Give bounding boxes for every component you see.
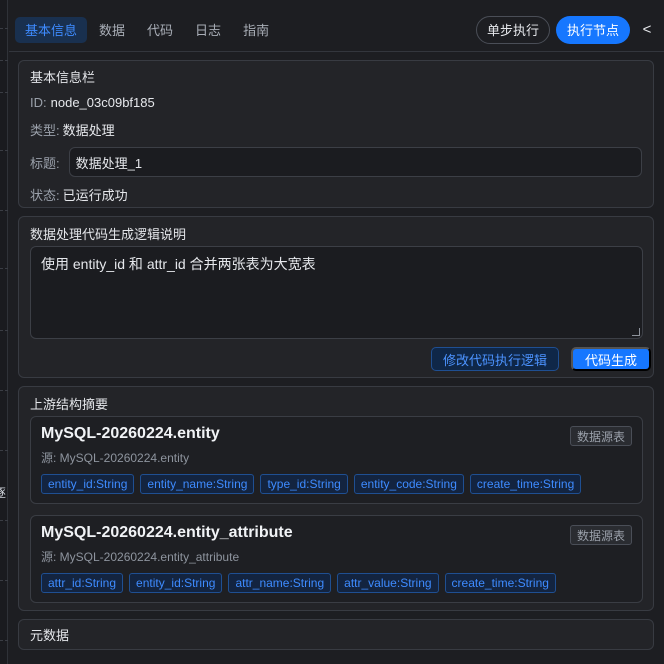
source-table-badge: 数据源表	[569, 426, 632, 446]
header-actions: 单步执行 执行节点 <	[475, 15, 658, 44]
logic-description-textarea[interactable]: 使用 entity_id 和 attr_id 合并两张表为大宽表	[30, 246, 643, 339]
field-tag: entity_id:String	[41, 474, 135, 494]
tab-guide[interactable]: 指南	[233, 17, 279, 43]
step-run-button[interactable]: 单步执行	[475, 15, 550, 44]
field-tag: type_id:String	[260, 474, 348, 494]
clipped-edge-text: 逐	[0, 486, 7, 500]
field-list: entity_id:String entity_name:String type…	[41, 474, 632, 494]
field-tag: entity_code:String	[353, 474, 464, 494]
basic-info-title: 基本信息栏	[30, 70, 96, 85]
source-table-badge: 数据源表	[569, 525, 632, 545]
id-row: ID: node_03c09bf185	[30, 95, 642, 110]
upstream-table-card: MySQL-20260224.entity 源: MySQL-20260224.…	[30, 416, 643, 504]
field-tag: attr_value:String	[337, 573, 439, 593]
logic-description-panel: 数据处理代码生成逻辑说明 使用 entity_id 和 attr_id 合并两张…	[18, 216, 654, 378]
node-title-input[interactable]: 数据处理_1	[68, 147, 642, 177]
title-row: 标题: 数据处理_1	[30, 147, 642, 177]
panel-header: 基本信息 数据 代码 日志 指南 单步执行 执行节点 <	[9, 8, 664, 52]
tab-basic-info[interactable]: 基本信息	[15, 16, 88, 43]
metadata-title: 元数据	[30, 628, 70, 643]
id-label: ID:	[30, 95, 47, 110]
upstream-summary-panel: 上游结构摘要 MySQL-20260224.entity 源: MySQL-20…	[18, 386, 654, 611]
left-edge-strip: 逐	[0, 0, 8, 664]
field-tag: attr_id:String	[41, 573, 124, 593]
field-tag: entity_name:String	[140, 474, 255, 494]
run-node-button[interactable]: 执行节点	[555, 15, 630, 44]
tab-data[interactable]: 数据	[89, 17, 135, 43]
upstream-summary-title: 上游结构摘要	[30, 397, 109, 412]
type-value: 数据处理	[62, 123, 115, 138]
id-value: node_03c09bf185	[50, 95, 155, 110]
resize-grip-icon[interactable]	[632, 328, 640, 336]
table-source: 源: MySQL-20260224.entity	[41, 451, 190, 465]
tab-log[interactable]: 日志	[185, 17, 231, 43]
upstream-table-card: MySQL-20260224.entity_attribute 源: MySQL…	[30, 515, 643, 603]
status-value: 已运行成功	[62, 188, 128, 203]
field-tag: create_time:String	[469, 474, 582, 494]
logic-description-text: 使用 entity_id 和 attr_id 合并两张表为大宽表	[41, 256, 316, 272]
collapse-panel-icon[interactable]: <	[636, 16, 658, 44]
table-source: 源: MySQL-20260224.entity_attribute	[41, 550, 240, 564]
logic-description-title: 数据处理代码生成逻辑说明	[30, 227, 187, 242]
tab-bar: 基本信息 数据 代码 日志 指南	[15, 16, 279, 43]
field-list: attr_id:String entity_id:String attr_nam…	[41, 573, 632, 593]
status-row: 状态: 已运行成功	[30, 185, 642, 204]
field-tag: create_time:String	[444, 573, 556, 593]
metadata-panel[interactable]: 元数据	[18, 619, 654, 650]
type-label: 类型:	[30, 123, 60, 138]
modify-logic-button[interactable]: 修改代码执行逻辑	[431, 347, 560, 371]
status-label: 状态:	[30, 188, 60, 203]
type-row: 类型: 数据处理	[30, 120, 642, 139]
title-label: 标题:	[30, 155, 60, 171]
field-tag: attr_name:String	[228, 573, 332, 593]
field-tag: entity_id:String	[129, 573, 223, 593]
tab-code[interactable]: 代码	[137, 17, 183, 43]
table-name: MySQL-20260224.entity	[41, 425, 220, 442]
table-name: MySQL-20260224.entity_attribute	[41, 524, 293, 541]
basic-info-panel: 基本信息栏 ID: node_03c09bf185 类型: 数据处理 标题: 数…	[18, 60, 654, 208]
generate-code-button[interactable]: 代码生成	[571, 347, 652, 371]
